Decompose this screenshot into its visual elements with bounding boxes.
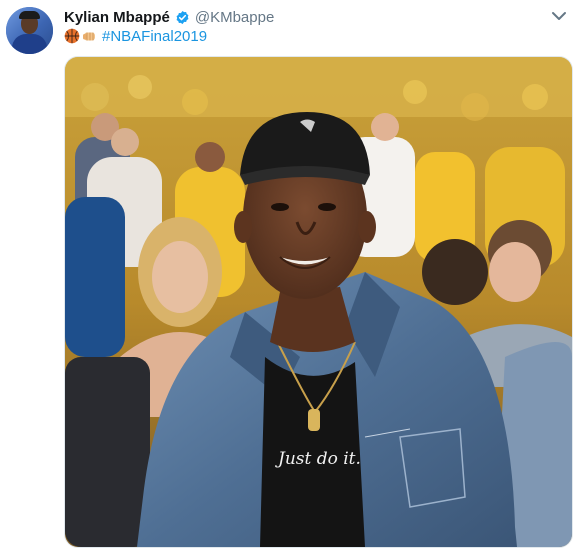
avatar[interactable]: [6, 7, 53, 54]
photo-content: Just do it.: [65, 57, 572, 547]
tweet-photo[interactable]: Just do it.: [64, 56, 573, 548]
tweet-text: #NBAFinal2019: [64, 26, 207, 46]
fist-bump-icon: [82, 28, 98, 44]
display-name[interactable]: Kylian Mbappé: [64, 9, 170, 26]
verified-badge-icon: [175, 10, 190, 25]
shirt-text: Just do it.: [275, 449, 361, 469]
tweet-card: Kylian Mbappé @KMbappe #NBAFinal2019 Jus…: [0, 0, 578, 548]
hashtag-link[interactable]: #NBAFinal2019: [102, 28, 207, 45]
user-handle[interactable]: @KMbappe: [195, 9, 274, 26]
tweet-header: Kylian Mbappé @KMbappe: [64, 7, 274, 27]
basketball-icon: [64, 28, 80, 44]
chevron-down-icon[interactable]: [550, 9, 568, 23]
